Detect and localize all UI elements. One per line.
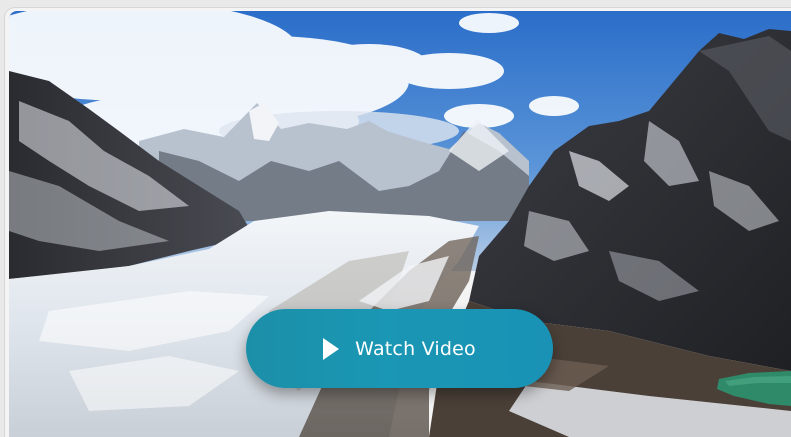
watch-video-button[interactable]: Watch Video [246, 309, 553, 388]
video-thumbnail[interactable]: Watch Video [9, 11, 791, 437]
watch-video-label: Watch Video [355, 337, 476, 360]
play-icon [323, 337, 340, 360]
video-thumbnail-frame: Watch Video [5, 8, 791, 437]
